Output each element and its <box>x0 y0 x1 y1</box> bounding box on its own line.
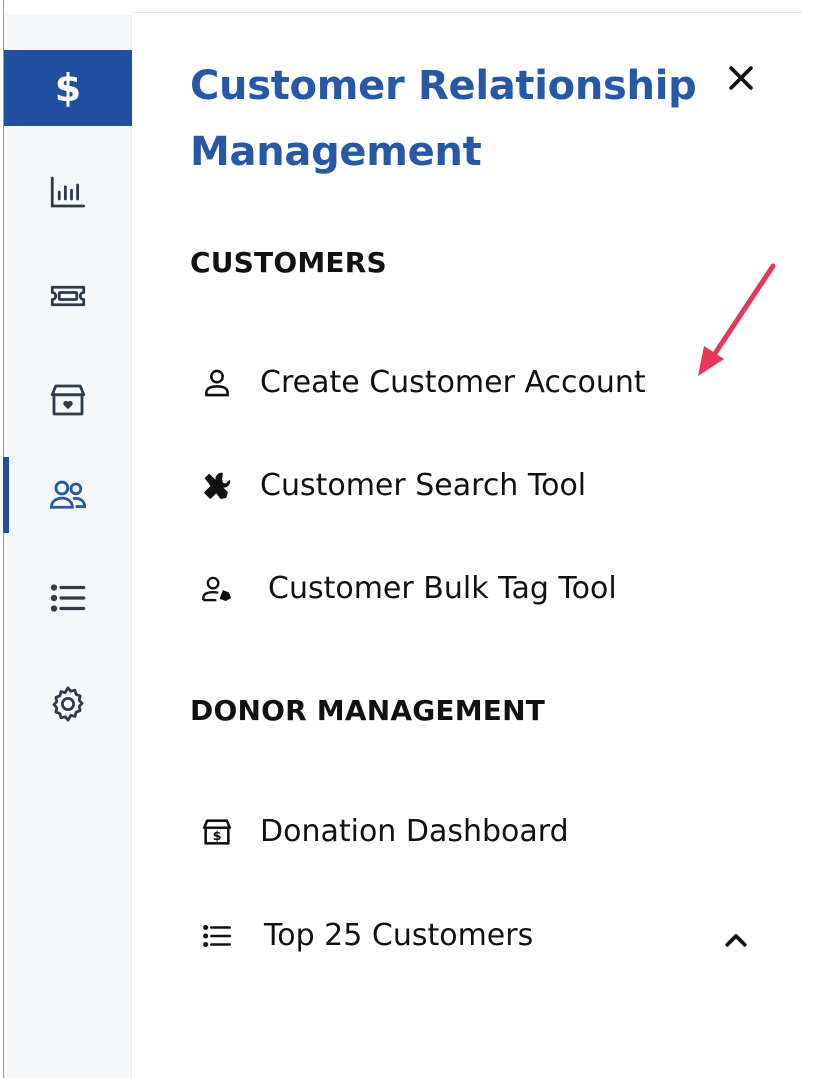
menu-item-label: Create Customer Account <box>260 365 646 400</box>
list-icon <box>50 584 86 612</box>
menu-item-customer-search-tool[interactable]: Customer Search Tool <box>190 456 586 516</box>
crm-flyout-panel: Customer Relationship Management CUSTOME… <box>132 13 802 1078</box>
icon-rail: $ <box>3 14 132 1078</box>
svg-text:$: $ <box>213 829 222 844</box>
rail-item-donations[interactable] <box>4 362 132 438</box>
menu-item-label: Donation Dashboard <box>260 814 569 849</box>
dollar-icon: $ <box>54 66 82 110</box>
menu-item-customer-bulk-tag-tool[interactable]: Customer Bulk Tag Tool <box>190 559 617 619</box>
bar-chart-icon <box>50 176 86 208</box>
rail-item-settings[interactable] <box>4 666 132 742</box>
user-icon <box>205 369 229 397</box>
rail-item-customers[interactable] <box>4 457 132 533</box>
panel-title: Customer Relationship Management <box>190 63 697 175</box>
menu-item-donation-dashboard[interactable]: $ Donation Dashboard <box>190 802 569 862</box>
menu-item-top-25-customers[interactable]: Top 25 Customers <box>190 906 533 966</box>
users-icon <box>49 480 87 509</box>
list-icon <box>203 924 232 948</box>
ticket-icon <box>50 285 86 307</box>
menu-item-create-customer-account[interactable]: Create Customer Account <box>190 353 646 413</box>
donation-box-icon: $ <box>202 819 232 845</box>
donation-box-icon <box>50 384 86 416</box>
gear-icon <box>52 686 84 722</box>
tools-icon <box>204 472 231 500</box>
section-heading-customers: CUSTOMERS <box>190 246 387 279</box>
rail-item-lists[interactable] <box>4 560 132 636</box>
menu-item-label: Customer Bulk Tag Tool <box>268 571 617 606</box>
menu-item-label: Top 25 Customers <box>264 918 534 953</box>
menu-item-label: Customer Search Tool <box>260 468 587 503</box>
annotation-arrow <box>698 263 776 376</box>
collapse-toggle[interactable] <box>716 921 756 961</box>
rail-item-tickets[interactable] <box>4 258 132 334</box>
user-tag-icon <box>202 576 232 602</box>
rail-item-dollar[interactable]: $ <box>4 50 132 126</box>
section-heading-donor-management: DONOR MANAGEMENT <box>190 694 546 727</box>
chevron-up-icon <box>725 934 747 947</box>
close-icon <box>729 66 753 90</box>
close-button[interactable] <box>718 55 764 101</box>
rail-item-reports[interactable] <box>4 154 132 230</box>
